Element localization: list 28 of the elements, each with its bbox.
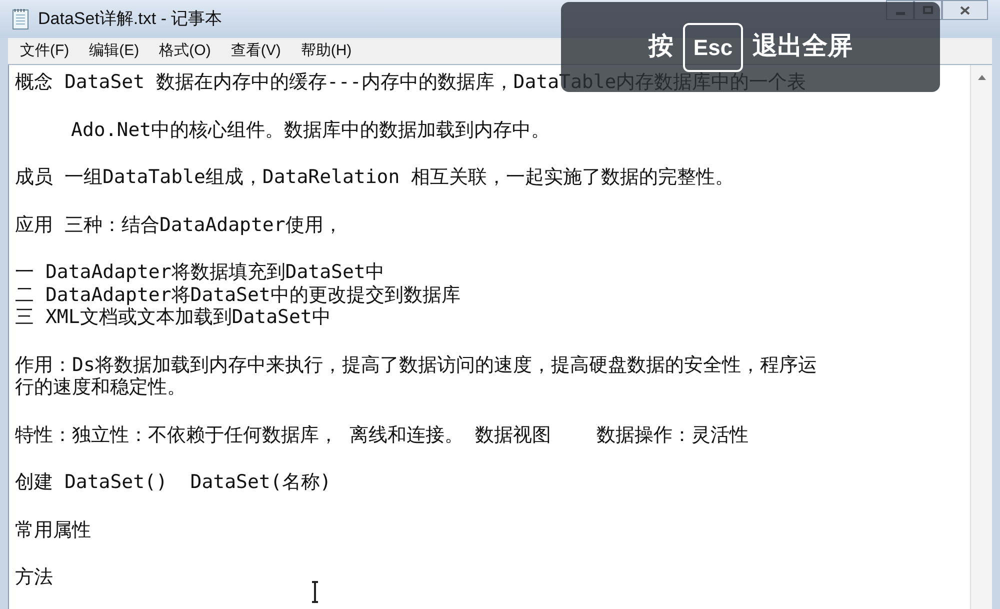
text-line: 三 XML文档或文本加载到DataSet中 bbox=[15, 306, 332, 328]
close-button[interactable] bbox=[942, 0, 988, 20]
text-line: 成员 一组DataTable组成，DataRelation 相互关联，一起实施了数据的完整性。 bbox=[15, 166, 736, 188]
text-line: 一 DataAdapter将数据填充到DataSet中 bbox=[15, 261, 386, 284]
text-line: 创建 DataSet() DataSet(名称) bbox=[15, 471, 332, 494]
menu-item[interactable]: 帮助(H) bbox=[300, 40, 352, 62]
text-line: 行的速度和稳定性。 bbox=[15, 376, 187, 398]
esc-key: Esc bbox=[683, 22, 743, 72]
hint-text: 退出全屏 bbox=[752, 31, 853, 62]
window-title: DataSet详解.txt - 记事本 bbox=[38, 8, 222, 30]
scrollbar[interactable] bbox=[970, 65, 992, 609]
hint-text: 按 bbox=[648, 31, 674, 62]
text-line: 二 DataAdapter将DataSet中的更改提交到数据库 bbox=[15, 284, 462, 306]
text-line: 特性：独立性：不依赖于任何数据库， 离线和连接。 数据视图 数据操作：灵活性 bbox=[15, 424, 750, 446]
close-icon bbox=[960, 6, 970, 14]
scroll-up-icon bbox=[978, 75, 986, 80]
menu-item[interactable]: 格式(O) bbox=[159, 40, 211, 62]
menu-item[interactable]: 查看(V) bbox=[230, 40, 281, 62]
text-cursor-icon bbox=[311, 581, 319, 603]
text-line: 常用属性 bbox=[15, 518, 92, 541]
menu-item[interactable]: 文件(F) bbox=[20, 40, 70, 62]
text-line: 应用 三种：结合DataAdapter使用， bbox=[15, 214, 344, 236]
menu-item[interactable]: 编辑(E) bbox=[89, 40, 140, 62]
notepad-icon bbox=[12, 8, 30, 30]
text-line: Ado.Net中的核心组件。数据库中的数据加载到内存中。 bbox=[71, 118, 552, 141]
text-line: 方法 bbox=[15, 566, 54, 588]
text-area[interactable] bbox=[8, 65, 992, 609]
text-line: 作用：Ds将数据加载到内存中来执行，提高了数据访问的速度，提高硬盘数据的安全性，程序运 bbox=[15, 354, 818, 376]
